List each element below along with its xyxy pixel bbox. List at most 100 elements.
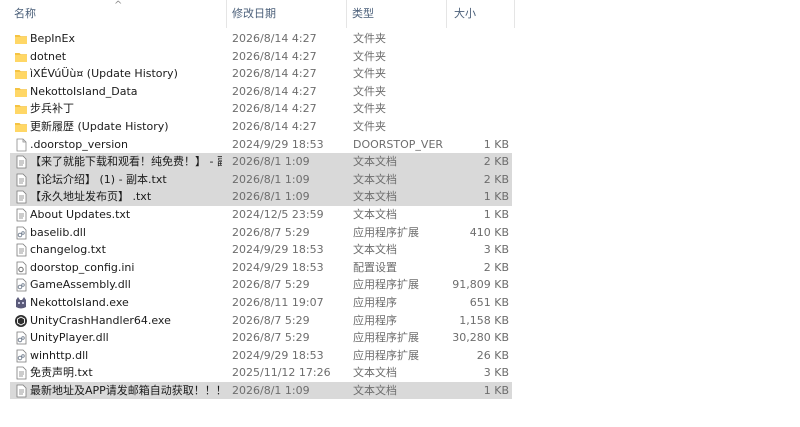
file-type: 文件夹 bbox=[353, 67, 386, 81]
file-size: 3 KB bbox=[483, 366, 509, 380]
column-divider[interactable] bbox=[514, 0, 515, 28]
file-row[interactable]: doorstop_config.ini 2024/9/29 18:53 配置设置 2 … bbox=[0, 259, 516, 277]
file-date: 2024/9/29 18:53 bbox=[232, 243, 324, 257]
file-date: 2026/8/1 1:09 bbox=[232, 190, 310, 204]
folder-icon bbox=[14, 85, 28, 99]
file-type: DOORSTOP_VER... bbox=[353, 137, 443, 151]
file-name: NekottoIsland_Data bbox=[30, 84, 138, 98]
sort-ascending-icon: ^ bbox=[114, 0, 123, 11]
folder-icon bbox=[14, 120, 28, 134]
file-date: 2026/8/14 4:27 bbox=[232, 84, 317, 98]
column-header-size[interactable]: 大小 bbox=[440, 0, 510, 28]
file-type: 文本文档 bbox=[353, 155, 397, 169]
file-type: 文本文档 bbox=[353, 190, 397, 204]
file-type: 文件夹 bbox=[353, 119, 386, 133]
file-row[interactable]: .doorstop_version 2024/9/29 18:53 DOORSTOP… bbox=[0, 136, 516, 154]
file-size: 410 KB bbox=[469, 225, 509, 239]
folder-icon bbox=[14, 50, 28, 64]
file-date: 2024/9/29 18:53 bbox=[232, 137, 324, 151]
dll-icon bbox=[14, 349, 28, 363]
file-date: 2024/12/5 23:59 bbox=[232, 207, 324, 221]
file-date: 2026/8/14 4:27 bbox=[232, 102, 317, 116]
file-row[interactable]: dotnet 2026/8/14 4:27 文件夹 bbox=[0, 48, 516, 66]
file-date: 2026/8/7 5:29 bbox=[232, 278, 310, 292]
file-type: 文本文档 bbox=[353, 207, 397, 221]
dll-icon bbox=[14, 278, 28, 292]
file-row[interactable]: winhttp.dll 2024/9/29 18:53 应用程序扩展 26 KB bbox=[0, 347, 516, 365]
text-file-icon bbox=[14, 384, 28, 398]
file-type: 文件夹 bbox=[353, 32, 386, 45]
file-row[interactable]: ìXÉVúÜù¤ (Update History) 2026/8/14 4:27 文… bbox=[0, 65, 516, 83]
file-date: 2026/8/1 1:09 bbox=[232, 155, 310, 169]
file-size: 1 KB bbox=[483, 207, 509, 221]
text-file-icon bbox=[14, 366, 28, 380]
file-icon bbox=[14, 138, 28, 152]
file-row-selected[interactable]: 【论坛介绍】 (1) - 副本.txt 2026/8/1 1:09 文本文档 2 KB bbox=[0, 170, 516, 189]
file-name: doorstop_config.ini bbox=[30, 260, 135, 274]
file-name: 【永久地址发布页】 .txt bbox=[30, 190, 152, 204]
file-name: NekottoIsland.exe bbox=[30, 295, 129, 309]
file-type: 应用程序扩展 bbox=[353, 331, 419, 345]
file-type: 配置设置 bbox=[353, 260, 397, 274]
file-list: BepInEx 2026/8/14 4:27 文件夹 dotnet 2026/8/14 … bbox=[0, 30, 516, 400]
file-size: 2 KB bbox=[483, 172, 509, 186]
unity-icon bbox=[14, 314, 28, 328]
file-size bbox=[448, 118, 509, 136]
file-type: 应用程序扩展 bbox=[353, 278, 419, 292]
file-row[interactable]: NekottoIsland_Data 2026/8/14 4:27 文件夹 bbox=[0, 83, 516, 101]
file-row[interactable]: changelog.txt 2024/9/29 18:53 文本文档 3 KB bbox=[0, 241, 516, 259]
file-row[interactable]: 步兵补丁 2026/8/14 4:27 文件夹 bbox=[0, 100, 516, 118]
file-name: About Updates.txt bbox=[30, 207, 131, 221]
file-name: UnityCrashHandler64.exe bbox=[30, 313, 171, 327]
column-header-type[interactable]: 类型 bbox=[338, 0, 446, 28]
file-row[interactable]: baselib.dll 2026/8/7 5:29 应用程序扩展 410 KB bbox=[0, 224, 516, 242]
file-size: 1 KB bbox=[483, 137, 509, 151]
file-date: 2026/8/7 5:29 bbox=[232, 225, 310, 239]
file-type: 应用程序扩展 bbox=[353, 348, 419, 362]
file-row[interactable]: UnityCrashHandler64.exe 2026/8/7 5:29 应用程序… bbox=[0, 312, 516, 330]
file-date: 2026/8/14 4:27 bbox=[232, 32, 317, 45]
column-header-name[interactable]: 名称 bbox=[0, 0, 226, 28]
file-size: 91,809 KB bbox=[452, 278, 509, 292]
file-row[interactable]: BepInEx 2026/8/14 4:27 文件夹 bbox=[0, 30, 516, 48]
file-type: 文本文档 bbox=[353, 383, 397, 397]
file-name: 【论坛介绍】 (1) - 副本.txt bbox=[30, 172, 167, 186]
file-type: 文件夹 bbox=[353, 84, 386, 98]
column-header-date[interactable]: 修改日期 bbox=[218, 0, 346, 28]
file-date: 2026/8/14 4:27 bbox=[232, 67, 317, 81]
file-size bbox=[448, 100, 509, 118]
folder-icon bbox=[14, 67, 28, 81]
file-name: GameAssembly.dll bbox=[30, 278, 131, 292]
file-date: 2024/9/29 18:53 bbox=[232, 260, 324, 274]
file-name: 更新履歴 (Update History) bbox=[30, 119, 169, 133]
cat-app-icon bbox=[14, 296, 28, 310]
file-row[interactable]: 免责声明.txt 2025/11/12 17:26 文本文档 3 KB bbox=[0, 364, 516, 382]
file-type: 应用程序 bbox=[353, 295, 397, 309]
file-row[interactable]: 更新履歴 (Update History) 2026/8/14 4:27 文件夹 bbox=[0, 118, 516, 136]
text-file-icon bbox=[14, 190, 28, 204]
file-name: .doorstop_version bbox=[30, 137, 129, 151]
file-row[interactable]: GameAssembly.dll 2026/8/7 5:29 应用程序扩展 91,80… bbox=[0, 276, 516, 294]
file-name: baselib.dll bbox=[30, 225, 86, 239]
file-row-selected[interactable]: 【永久地址发布页】 .txt 2026/8/1 1:09 文本文档 1 KB bbox=[0, 188, 516, 206]
file-type: 文本文档 bbox=[353, 366, 397, 380]
file-row-selected[interactable]: 【来了就能下载和观看！纯免费！】 - 副... 2026/8/1 1:09 文本文档… bbox=[0, 153, 516, 171]
file-date: 2026/8/11 19:07 bbox=[232, 295, 324, 309]
file-size: 2 KB bbox=[483, 260, 509, 274]
file-row[interactable]: About Updates.txt 2024/12/5 23:59 文本文档 1 KB bbox=[0, 206, 516, 224]
dll-icon bbox=[14, 331, 28, 345]
file-name: UnityPlayer.dll bbox=[30, 331, 109, 345]
file-size bbox=[448, 65, 509, 83]
text-file-icon bbox=[14, 243, 28, 257]
file-size: 3 KB bbox=[483, 243, 509, 257]
file-size: 1,158 KB bbox=[459, 313, 509, 327]
file-row[interactable]: UnityPlayer.dll 2026/8/7 5:29 应用程序扩展 30,280… bbox=[0, 329, 516, 347]
file-row-selected[interactable]: 最新地址及APP请发邮箱自动获取！！！... 2026/8/1 1:09 文本文档 1… bbox=[0, 381, 516, 400]
file-row[interactable]: NekottoIsland.exe 2026/8/11 19:07 应用程序 651 … bbox=[0, 294, 516, 312]
text-file-icon bbox=[14, 208, 28, 222]
file-size bbox=[448, 30, 509, 48]
file-size: 30,280 KB bbox=[452, 331, 509, 345]
file-name: 免责声明.txt bbox=[30, 366, 93, 380]
file-type: 文本文档 bbox=[353, 243, 397, 257]
file-name: ìXÉVúÜù¤ (Update History) bbox=[30, 67, 178, 81]
